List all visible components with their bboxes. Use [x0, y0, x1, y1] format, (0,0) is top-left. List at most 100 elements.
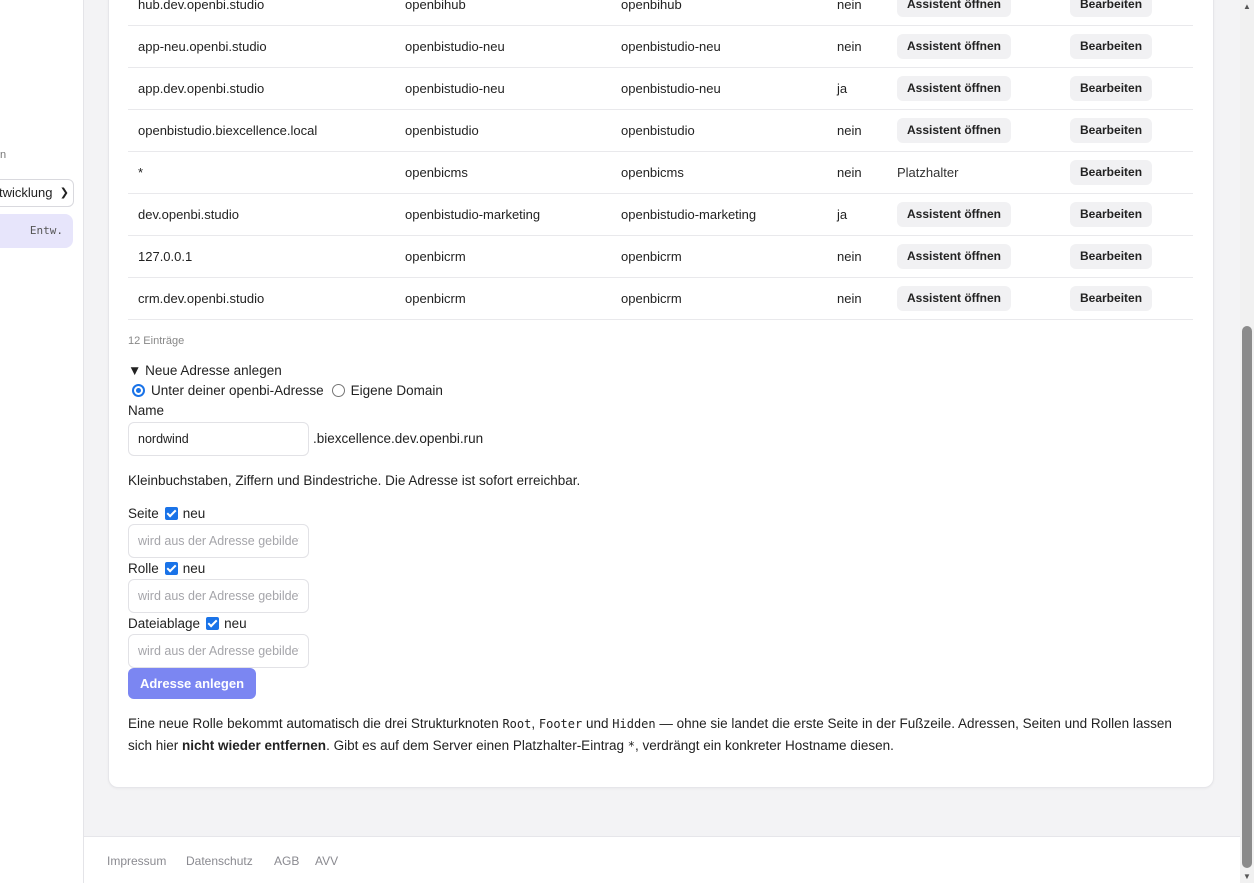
footer-link-avv[interactable]: AVV	[315, 854, 338, 868]
site-cell: openbicms	[405, 165, 468, 180]
hostname-cell: app-neu.openbi.studio	[138, 39, 267, 54]
scroll-down-icon[interactable]: ▼	[1243, 872, 1251, 881]
open-assistant-button[interactable]: Assistent öffnen	[897, 0, 1012, 17]
table-row: hub.dev.openbi.studio openbihub openbihu…	[128, 0, 1193, 26]
flag-cell: nein	[837, 39, 862, 54]
sidebar: n twicklung ❯ Entw.	[0, 0, 84, 883]
role-cell: openbistudio-neu	[621, 81, 721, 96]
flag-cell: nein	[837, 123, 862, 138]
table-row: * openbicms openbicms nein Platzhalter B…	[128, 152, 1193, 194]
note-code-root: Root	[502, 717, 532, 731]
note-text: ,	[531, 716, 539, 731]
footer-link-impressum[interactable]: Impressum	[107, 854, 166, 868]
table-row: app.dev.openbi.studio openbistudio-neu o…	[128, 68, 1193, 110]
role-field-label: Rolle neu	[128, 561, 205, 576]
site-cell: openbistudio-marketing	[405, 207, 541, 222]
note-code-star: *	[627, 739, 635, 753]
sidebar-item-entw[interactable]: Entw.	[0, 214, 73, 248]
edit-button[interactable]: Bearbeiten	[1070, 118, 1153, 143]
role-label: Rolle	[128, 561, 159, 576]
scrollbar-thumb[interactable]	[1242, 326, 1252, 868]
open-assistant-button[interactable]: Assistent öffnen	[897, 202, 1012, 227]
flag-cell: ja	[837, 207, 848, 222]
role-input[interactable]	[128, 579, 309, 613]
storage-new-checkbox[interactable]	[206, 617, 220, 630]
name-label: Name	[128, 403, 165, 418]
hostname-cell: *	[138, 165, 144, 180]
storage-label: Dateiablage	[128, 616, 201, 631]
scroll-up-icon[interactable]: ▲	[1243, 2, 1251, 11]
radio-own-domain[interactable]	[331, 384, 345, 397]
radio-openbi-address-label[interactable]: Unter deiner openbi-Adresse	[151, 383, 324, 398]
address-type-radios: Unter deiner openbi-Adresse Eigene Domai…	[132, 383, 451, 398]
footer-link-datenschutz[interactable]: Datenschutz	[186, 854, 253, 868]
site-cell: openbistudio	[405, 123, 479, 138]
edit-button[interactable]: Bearbeiten	[1070, 76, 1153, 101]
open-assistant-button[interactable]: Assistent öffnen	[897, 244, 1012, 269]
radio-openbi-address[interactable]	[132, 384, 145, 397]
flag-cell: nein	[837, 165, 862, 180]
role-new-label: neu	[182, 561, 206, 576]
site-cell: openbicrm	[405, 291, 466, 306]
edit-button[interactable]: Bearbeiten	[1070, 34, 1153, 59]
note-text: und	[582, 716, 613, 731]
edit-button[interactable]: Bearbeiten	[1070, 0, 1153, 17]
environment-select[interactable]: twicklung ❯	[0, 179, 74, 207]
hostname-cell: 127.0.0.1	[138, 249, 193, 264]
edit-button[interactable]: Bearbeiten	[1070, 244, 1153, 269]
note-text: Eine neue Rolle bekommt automatisch die …	[128, 716, 503, 731]
table-row: crm.dev.openbi.studio openbicrm openbicr…	[128, 278, 1193, 320]
entry-count: 12 Einträge	[128, 335, 185, 347]
open-assistant-button[interactable]: Assistent öffnen	[897, 34, 1012, 59]
new-address-toggle[interactable]: ▼ Neue Adresse anlegen	[128, 363, 282, 378]
note-bold: nicht wieder entfernen	[182, 738, 327, 753]
page-new-checkbox[interactable]	[164, 507, 178, 520]
domain-suffix: .biexcellence.dev.openbi.run	[313, 431, 484, 446]
role-cell: openbicrm	[621, 249, 682, 264]
radio-own-domain-label[interactable]: Eigene Domain	[351, 383, 443, 398]
storage-input[interactable]	[128, 634, 309, 668]
open-assistant-button[interactable]: Assistent öffnen	[897, 286, 1012, 311]
placeholder-text: Platzhalter	[897, 165, 959, 180]
hostname-cell: dev.openbi.studio	[138, 207, 239, 222]
role-cell: openbistudio	[621, 123, 695, 138]
hostname-cell: crm.dev.openbi.studio	[138, 291, 265, 306]
site-cell: openbihub	[405, 0, 466, 12]
role-cell: openbihub	[621, 0, 682, 12]
site-cell: openbistudio-neu	[405, 39, 505, 54]
scrollbar[interactable]: ▲ ▼	[1240, 0, 1254, 883]
role-cell: openbicms	[621, 165, 684, 180]
open-assistant-button[interactable]: Assistent öffnen	[897, 118, 1012, 143]
role-cell: openbistudio-marketing	[621, 207, 757, 222]
hostname-cell: hub.dev.openbi.studio	[138, 0, 265, 12]
flag-cell: nein	[837, 249, 862, 264]
role-new-checkbox[interactable]	[164, 562, 178, 575]
create-address-button[interactable]: Adresse anlegen	[128, 668, 256, 699]
footer: Impressum Datenschutz AGB AVV	[84, 836, 1240, 883]
name-input[interactable]	[128, 422, 309, 456]
note-code-footer: Footer	[538, 717, 583, 731]
chevron-down-icon: ❯	[59, 187, 69, 199]
edit-button[interactable]: Bearbeiten	[1070, 160, 1153, 185]
page-new-label: neu	[182, 506, 206, 521]
sidebar-label: n	[0, 149, 7, 161]
info-note: Eine neue Rolle bekommt automatisch die …	[128, 713, 1188, 757]
flag-cell: nein	[837, 291, 862, 306]
edit-button[interactable]: Bearbeiten	[1070, 202, 1153, 227]
footer-link-agb[interactable]: AGB	[274, 854, 299, 868]
site-cell: openbicrm	[405, 249, 466, 264]
edit-button[interactable]: Bearbeiten	[1070, 286, 1153, 311]
table-row: openbistudio.biexcellence.local openbist…	[128, 110, 1193, 152]
storage-new-label: neu	[224, 616, 247, 631]
open-assistant-button[interactable]: Assistent öffnen	[897, 76, 1012, 101]
address-table: hub.dev.openbi.studio openbihub openbihu…	[128, 0, 1193, 320]
site-cell: openbistudio-neu	[405, 81, 505, 96]
page-field-label: Seite neu	[128, 506, 205, 521]
table-row: app-neu.openbi.studio openbistudio-neu o…	[128, 26, 1193, 68]
role-cell: openbistudio-neu	[621, 39, 721, 54]
environment-select-value: twicklung	[0, 185, 53, 200]
page-input[interactable]	[128, 524, 309, 558]
table-row: 127.0.0.1 openbicrm openbicrm nein Assis…	[128, 236, 1193, 278]
note-text: . Gibt es auf dem Server einen Platzhalt…	[326, 738, 628, 753]
note-code-hidden: Hidden	[612, 717, 656, 731]
